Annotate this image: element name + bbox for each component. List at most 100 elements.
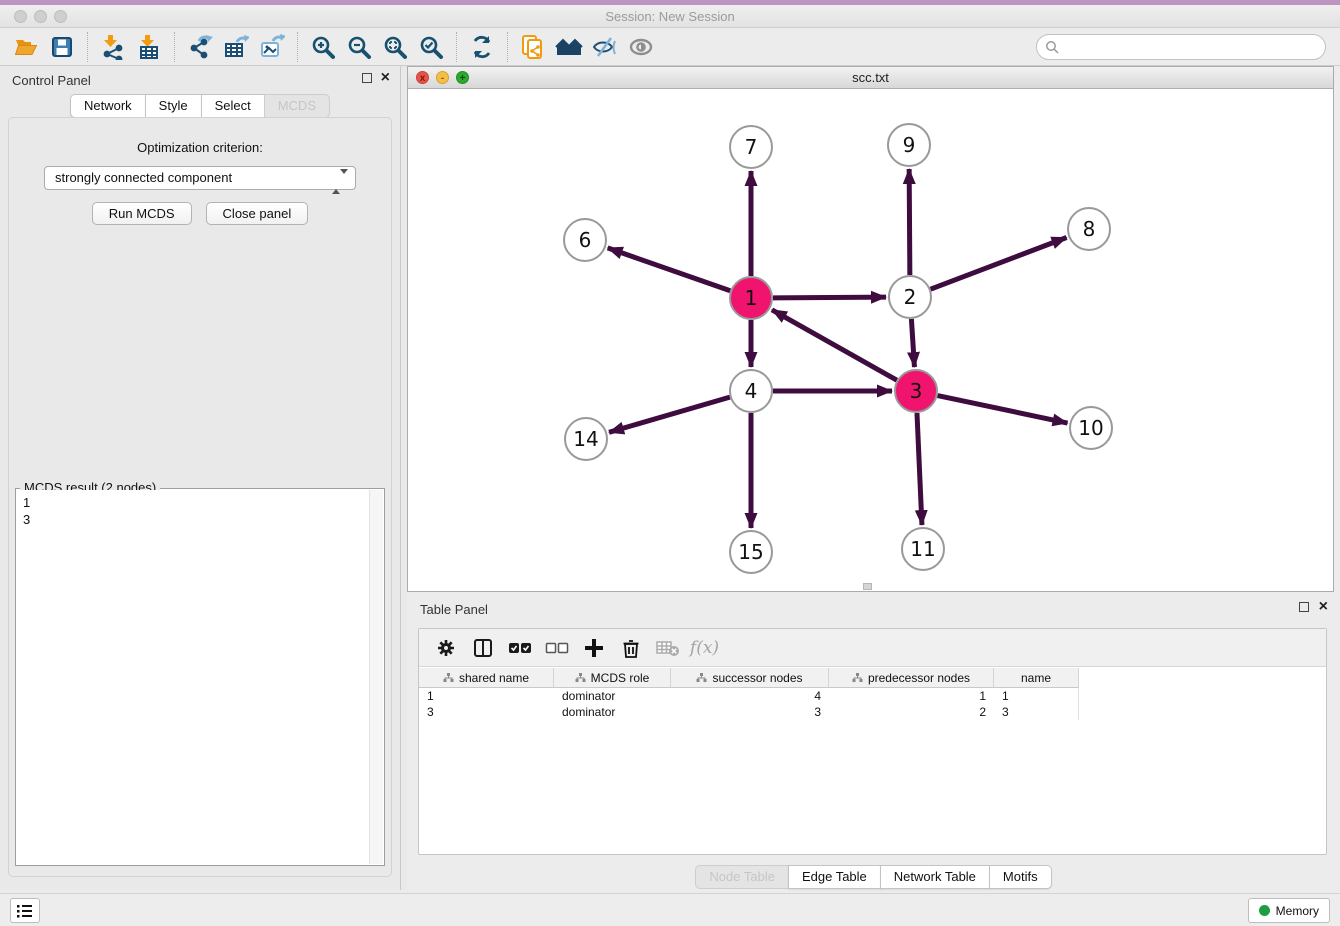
main-toolbar xyxy=(0,29,1340,66)
search-icon xyxy=(1045,40,1060,55)
toolbar-separator xyxy=(297,32,298,62)
criterion-value: strongly connected component xyxy=(55,170,232,185)
copy-network-button[interactable] xyxy=(515,31,551,63)
zoom-fit-button[interactable] xyxy=(377,31,413,63)
control-panel-title: Control Panel xyxy=(12,73,91,88)
dropdown-stepper-icon xyxy=(332,171,348,193)
export-image-button[interactable] xyxy=(254,31,290,63)
network-graph[interactable]: 1234678910111415 xyxy=(408,89,1333,591)
mcds-result-text[interactable]: 1 3 xyxy=(17,490,369,864)
tab-select[interactable]: Select xyxy=(201,94,265,118)
table-cell[interactable]: 1 xyxy=(994,688,1079,704)
canvas-resize-handle[interactable] xyxy=(863,583,872,590)
export-table-button[interactable] xyxy=(218,31,254,63)
tab-motifs[interactable]: Motifs xyxy=(989,865,1052,889)
close-panel-icon[interactable]: × xyxy=(381,73,390,83)
save-floppy-icon xyxy=(50,35,74,59)
zoom-out-button[interactable] xyxy=(341,31,377,63)
sort-hierarchy-icon xyxy=(443,673,454,683)
zoom-in-icon xyxy=(310,34,336,60)
edge-3-1[interactable] xyxy=(772,310,897,380)
column-header-label: shared name xyxy=(459,671,529,685)
close-panel-button[interactable]: Close panel xyxy=(206,202,309,225)
table-cell[interactable]: dominator xyxy=(554,704,671,720)
save-session-button[interactable] xyxy=(44,31,80,63)
refresh-button[interactable] xyxy=(464,31,500,63)
toolbar-separator xyxy=(174,32,175,62)
task-history-button[interactable] xyxy=(10,898,40,923)
home-view-button[interactable] xyxy=(551,31,587,63)
deselect-checkboxes-button[interactable] xyxy=(538,633,575,663)
mcds-panel: Optimization criterion: strongly connect… xyxy=(8,117,392,877)
column-header-label: name xyxy=(1021,671,1051,685)
column-header-predecessor-nodes[interactable]: predecessor nodes xyxy=(829,668,994,688)
table-cell[interactable]: 3 xyxy=(994,704,1079,720)
session-title: Session: New Session xyxy=(0,5,1340,28)
delete-column-button[interactable] xyxy=(612,633,649,663)
import-network-button[interactable] xyxy=(95,31,131,63)
search-field[interactable] xyxy=(1036,34,1326,60)
table-settings-button[interactable] xyxy=(427,633,464,663)
float-table-panel-icon[interactable] xyxy=(1299,602,1309,612)
search-input[interactable] xyxy=(1065,40,1317,55)
run-mcds-button[interactable]: Run MCDS xyxy=(92,202,192,225)
network-canvas[interactable]: 1234678910111415 xyxy=(408,89,1333,591)
table-cell[interactable]: 3 xyxy=(419,704,554,720)
control-panel-header: Control Panel × xyxy=(0,66,400,94)
function-builder-button[interactable]: f(x) xyxy=(686,633,723,663)
add-column-button[interactable] xyxy=(575,633,612,663)
edge-3-11[interactable] xyxy=(917,413,922,525)
table-body: 1dominator4113dominator323 xyxy=(419,688,1326,720)
close-table-panel-icon[interactable]: × xyxy=(1319,602,1328,612)
edge-2-8[interactable] xyxy=(931,238,1067,290)
tab-network[interactable]: Network xyxy=(70,94,146,118)
export-network-button[interactable] xyxy=(182,31,218,63)
zoom-selected-button[interactable] xyxy=(413,31,449,63)
split-columns-button[interactable] xyxy=(464,633,501,663)
table-cell[interactable]: 1 xyxy=(419,688,554,704)
table-row[interactable]: 1dominator411 xyxy=(419,688,1326,704)
select-all-checkboxes-button[interactable] xyxy=(501,633,538,663)
import-table-button[interactable] xyxy=(131,31,167,63)
column-header-name[interactable]: name xyxy=(994,668,1079,688)
edge-3-10[interactable] xyxy=(938,396,1068,423)
table-cell[interactable]: 2 xyxy=(829,704,994,720)
edge-1-6[interactable] xyxy=(608,248,731,291)
edge-1-2[interactable] xyxy=(773,297,886,298)
tab-mcds[interactable]: MCDS xyxy=(264,94,330,118)
node-label-10: 10 xyxy=(1078,416,1103,440)
table-cell[interactable]: 3 xyxy=(671,704,829,720)
hide-graphics-button[interactable] xyxy=(587,31,623,63)
table-cell[interactable]: 4 xyxy=(671,688,829,704)
mcds-result-group: MCDS result (2 nodes) 1 3 xyxy=(15,488,385,866)
table-cell[interactable]: 1 xyxy=(829,688,994,704)
tab-network-table[interactable]: Network Table xyxy=(880,865,990,889)
column-header-successor-nodes[interactable]: successor nodes xyxy=(671,668,829,688)
table-row[interactable]: 3dominator323 xyxy=(419,704,1326,720)
sort-hierarchy-icon xyxy=(852,673,863,683)
criterion-dropdown[interactable]: strongly connected component xyxy=(44,166,356,190)
edge-2-3[interactable] xyxy=(911,319,914,367)
edge-2-9[interactable] xyxy=(909,169,910,275)
table-panel-title: Table Panel xyxy=(420,602,488,617)
column-header-shared-name[interactable]: shared name xyxy=(419,668,554,688)
node-label-8: 8 xyxy=(1083,217,1096,241)
unchecked-boxes-icon xyxy=(545,641,569,655)
column-header-MCDS-role[interactable]: MCDS role xyxy=(554,668,671,688)
tab-edge-table[interactable]: Edge Table xyxy=(788,865,881,889)
result-scrollbar[interactable] xyxy=(369,490,383,864)
float-panel-icon[interactable] xyxy=(362,73,372,83)
open-session-button[interactable] xyxy=(8,31,44,63)
table-cell[interactable]: dominator xyxy=(554,688,671,704)
show-graphics-button[interactable] xyxy=(623,31,659,63)
sort-hierarchy-icon xyxy=(575,673,586,683)
tab-style[interactable]: Style xyxy=(145,94,202,118)
vertical-splitter[interactable] xyxy=(400,66,407,890)
edge-4-14[interactable] xyxy=(609,397,730,432)
memory-button[interactable]: Memory xyxy=(1248,898,1330,923)
delete-table-button[interactable] xyxy=(649,633,686,663)
zoom-in-button[interactable] xyxy=(305,31,341,63)
tab-node-table[interactable]: Node Table xyxy=(695,865,789,889)
application-window: Session: New Session Control Panel xyxy=(0,0,1340,926)
table-panel-header: Table Panel × xyxy=(407,595,1340,623)
